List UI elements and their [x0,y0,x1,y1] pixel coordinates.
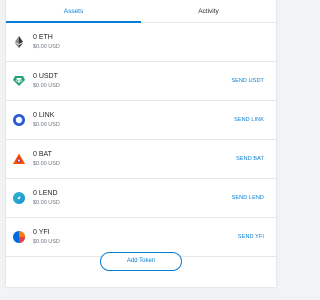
token-row-usdt[interactable]: 0 USDT $0.00 USD SEND USDT [6,62,276,101]
token-amount: 0 LINK [33,112,55,119]
bat-icon [13,153,25,165]
token-row-eth[interactable]: 0 ETH $0.00 USD [6,23,276,62]
token-fiat-value: $0.00 USD [33,200,60,206]
token-amount: 0 BAT [33,151,52,158]
token-row-bat[interactable]: 0 BAT $0.00 USD SEND BAT [6,140,276,179]
lend-icon [13,192,25,204]
token-fiat-value: $0.00 USD [33,161,60,167]
token-fiat-value: $0.00 USD [33,44,60,50]
token-amount: 0 ETH [33,34,53,41]
token-amount: 0 YFI [33,229,50,236]
send-bat-button[interactable]: SEND BAT [236,156,264,162]
token-fiat-value: $0.00 USD [33,239,60,245]
token-amount: 0 USDT [33,73,58,80]
token-fiat-value: $0.00 USD [33,122,60,128]
wallet-panel: Assets Activity 0 ETH $0.00 USD 0 USDT $… [6,0,276,287]
send-yfi-button[interactable]: SEND YFI [238,234,264,240]
add-token-button[interactable]: Add Token [100,252,182,271]
send-lend-button[interactable]: SEND LEND [232,195,264,201]
token-amount: 0 LEND [33,190,58,197]
usdt-icon [13,75,25,87]
link-icon [13,114,25,126]
eth-icon [13,36,25,48]
add-token-container: Add Token [6,252,276,271]
send-link-button[interactable]: SEND LINK [234,117,264,123]
token-fiat-value: $0.00 USD [33,83,60,89]
token-list: 0 ETH $0.00 USD 0 USDT $0.00 USD SEND US… [6,23,276,257]
tab-activity[interactable]: Activity [141,0,276,22]
tab-bar: Assets Activity [6,0,276,23]
send-usdt-button[interactable]: SEND USDT [231,78,264,84]
token-row-lend[interactable]: 0 LEND $0.00 USD SEND LEND [6,179,276,218]
tab-assets[interactable]: Assets [6,0,141,22]
token-row-link[interactable]: 0 LINK $0.00 USD SEND LINK [6,101,276,140]
yfi-icon [13,231,25,243]
